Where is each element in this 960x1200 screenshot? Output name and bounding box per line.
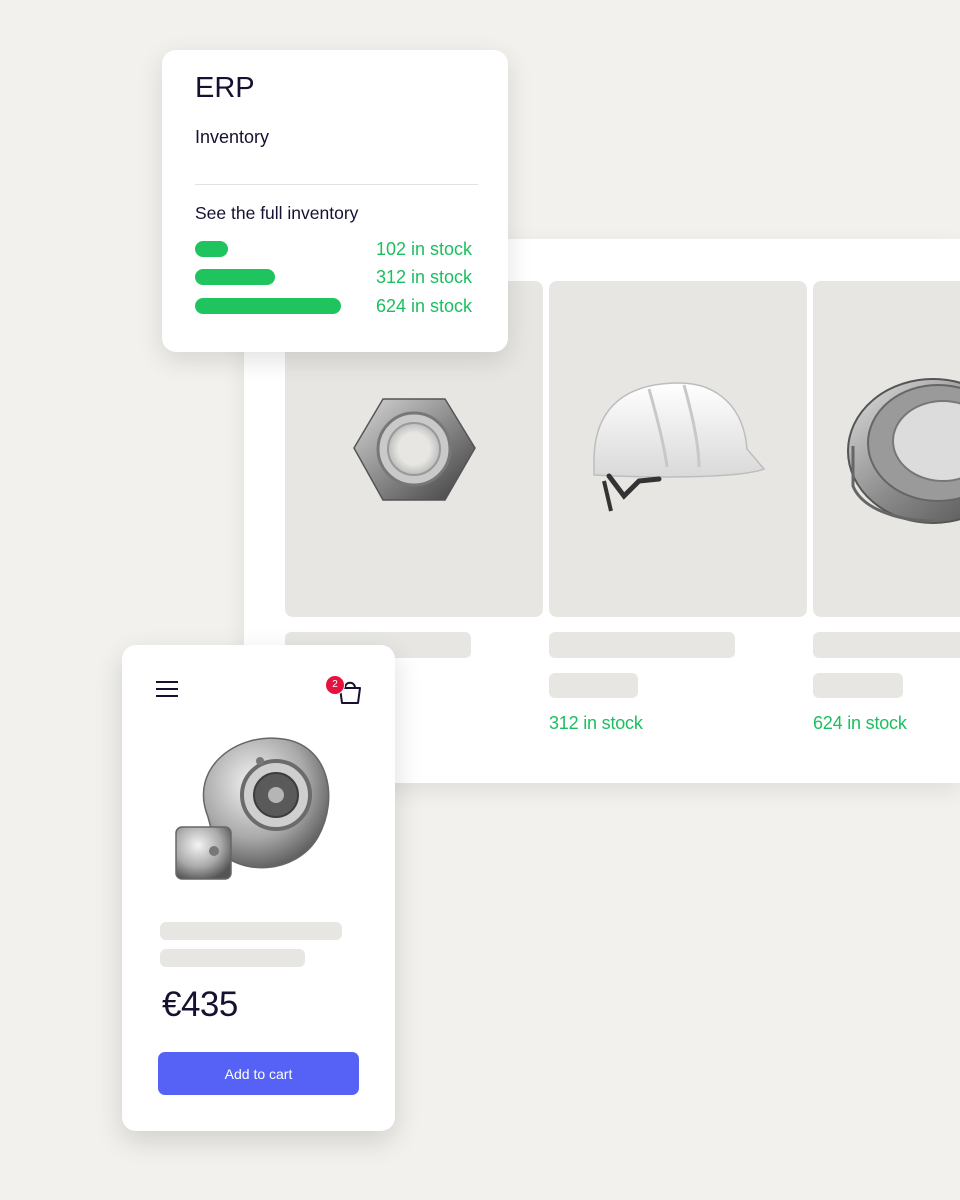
stock-count-624: 624 in stock [375, 296, 472, 316]
divider [195, 184, 478, 185]
product-tile-bearing[interactable] [813, 281, 960, 617]
erp-inventory-card: ERP Inventory See the full inventory 102… [162, 50, 508, 352]
stock-count-312: 312 in stock [375, 267, 472, 287]
product-price-placeholder [549, 673, 638, 698]
hard-hat-icon [593, 382, 766, 512]
stock-bar-624 [195, 298, 341, 314]
full-inventory-link[interactable]: See the full inventory [195, 203, 358, 224]
stock-label-hard-hat: 312 in stock [549, 713, 643, 733]
mobile-product-card: 2 €435 Add to cart [122, 645, 395, 1131]
add-to-cart-button[interactable]: Add to cart [158, 1052, 359, 1095]
stock-bar-102 [195, 241, 228, 257]
hamburger-menu-icon[interactable] [156, 679, 180, 699]
product-name-placeholder [549, 632, 735, 658]
stock-label-bearing: 624 in stock [813, 713, 907, 733]
turbocharger-icon [175, 737, 330, 880]
bearing-icon [847, 378, 960, 524]
product-price-placeholder [813, 673, 903, 698]
stock-count-102: 102 in stock [375, 239, 472, 259]
stock-bar-312 [195, 269, 275, 285]
erp-subtitle: Inventory [195, 127, 270, 147]
product-name-placeholder [160, 922, 342, 940]
product-price: €435 [162, 985, 238, 1024]
erp-title: ERP [195, 72, 255, 104]
product-description-placeholder [160, 949, 305, 967]
product-name-placeholder [813, 632, 960, 658]
product-tile-hard-hat[interactable] [549, 281, 807, 617]
cart-count-badge: 2 [325, 675, 345, 695]
